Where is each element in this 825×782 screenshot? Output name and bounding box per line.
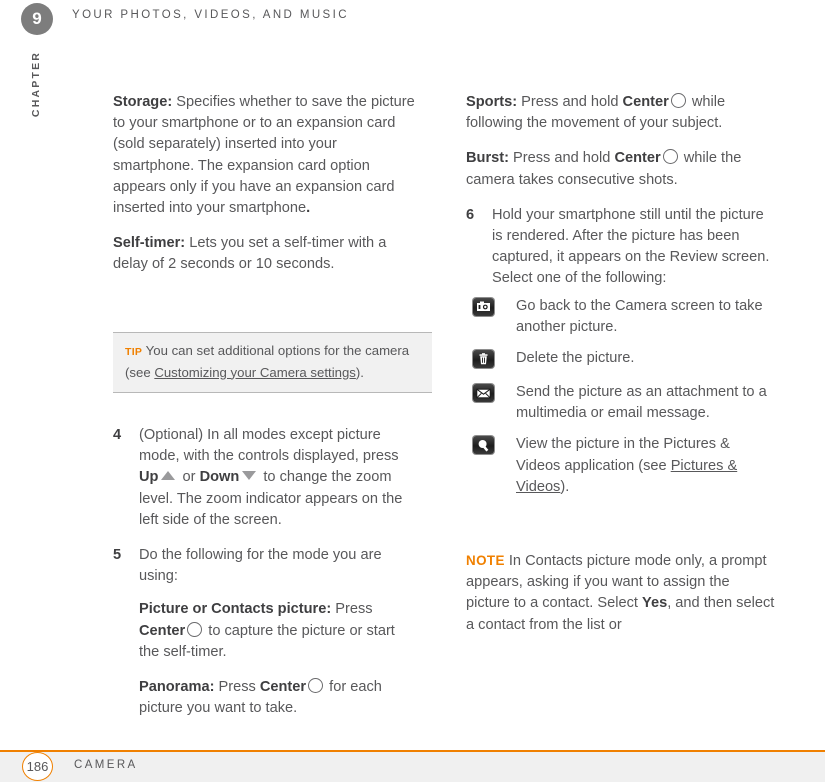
note-callout: NOTE In Contacts picture mode only, a pr… <box>466 550 776 636</box>
page-number-badge: 186 <box>22 752 53 781</box>
storage-term: Storage: <box>113 94 173 110</box>
down-key-label: Down <box>199 469 240 486</box>
tip-text-after: ). <box>355 364 364 380</box>
panorama-part1: Press <box>214 679 260 696</box>
self-timer-term: Self-timer: <box>113 235 186 252</box>
center-button-icon <box>308 678 324 694</box>
chapter-number: 9 <box>32 9 42 28</box>
left-column: Storage: Specifies whether to save the p… <box>113 92 418 276</box>
page-title: YOUR PHOTOS, VIDEOS, AND MUSIC <box>72 9 349 21</box>
center-key-label: Center <box>139 622 186 639</box>
panorama-term: Panorama: <box>139 679 215 696</box>
sports-part1: Press and hold <box>517 94 623 110</box>
page-number: 186 <box>26 759 49 774</box>
picture-mode-paragraph: Picture or Contacts picture: Press Cente… <box>139 599 418 663</box>
review-option-send[interactable]: Send the picture as an attachment to a m… <box>466 382 771 424</box>
left-column-steps: 4 (Optional) In all modes except picture… <box>113 425 418 733</box>
up-arrow-icon <box>161 471 176 481</box>
envelope-icon <box>473 384 494 403</box>
center-key-label-panorama: Center <box>259 679 307 696</box>
note-label: NOTE <box>466 553 505 568</box>
yes-option-label: Yes <box>642 595 668 612</box>
step-5-number: 5 <box>113 547 122 564</box>
step-6: 6 Hold your smartphone still until the p… <box>466 205 771 290</box>
review-option-delete-text: Delete the picture. <box>516 350 635 367</box>
step-6-number: 6 <box>466 206 475 223</box>
camera-icon <box>473 297 494 316</box>
review-option-camera-text: Go back to the Camera screen to take ano… <box>516 297 763 335</box>
right-column: Sports: Press and hold Center while foll… <box>466 92 771 508</box>
center-button-icon <box>187 621 203 637</box>
storage-text: Specifies whether to save the picture to… <box>113 94 415 217</box>
review-option-view[interactable]: View the picture in the Pictures & Video… <box>466 434 771 498</box>
burst-part1: Press and hold <box>508 150 615 167</box>
tip-link[interactable]: Customizing your Camera settings <box>154 365 356 380</box>
center-button-icon <box>670 93 686 108</box>
review-option-camera[interactable]: Go back to the Camera screen to take ano… <box>466 296 771 338</box>
picture-mode-part1: Press <box>331 601 373 618</box>
trash-icon <box>473 350 494 369</box>
footer-section-title: CAMERA <box>74 759 138 771</box>
sports-term: Sports: <box>466 94 518 110</box>
step-4: 4 (Optional) In all modes except picture… <box>113 425 418 531</box>
step-5-text: Do the following for the mode you are us… <box>139 547 382 585</box>
tip-label: TIP <box>125 346 143 358</box>
chapter-label-vertical: CHAPTER <box>30 50 42 118</box>
step-4-part1: (Optional) In all modes except picture m… <box>139 427 399 465</box>
magnifier-icon <box>473 436 494 455</box>
center-key-label-burst: Center <box>614 150 661 167</box>
review-option-send-text: Send the picture as an attachment to a m… <box>516 384 767 422</box>
step-6-text: Hold your smartphone still until the pic… <box>492 206 770 287</box>
burst-paragraph: Burst: Press and hold Center while the c… <box>466 148 771 190</box>
step-4-mid: or <box>178 469 200 486</box>
tip-callout: TIP You can set additional options for t… <box>113 332 432 393</box>
review-option-view-after: ). <box>560 478 570 495</box>
review-option-view-text: View the picture in the Pictures & Video… <box>516 436 737 494</box>
storage-tail: . <box>306 200 311 217</box>
sports-paragraph: Sports: Press and hold Center while foll… <box>466 92 771 134</box>
center-key-label-sports: Center <box>622 94 669 110</box>
up-key-label: Up <box>139 469 159 486</box>
panorama-paragraph: Panorama: Press Center for each picture … <box>139 677 418 719</box>
center-button-icon <box>662 149 678 165</box>
step-4-number: 4 <box>113 427 122 443</box>
storage-paragraph: Storage: Specifies whether to save the p… <box>113 92 418 219</box>
burst-term: Burst: <box>466 150 509 167</box>
step-5: 5 Do the following for the mode you are … <box>113 545 418 719</box>
self-timer-paragraph: Self-timer: Lets you set a self-timer wi… <box>113 233 418 275</box>
picture-mode-term: Picture or Contacts picture: <box>139 601 332 618</box>
review-option-delete[interactable]: Delete the picture. <box>466 348 771 372</box>
down-arrow-icon <box>242 471 257 481</box>
chapter-number-badge: 9 <box>21 3 53 35</box>
